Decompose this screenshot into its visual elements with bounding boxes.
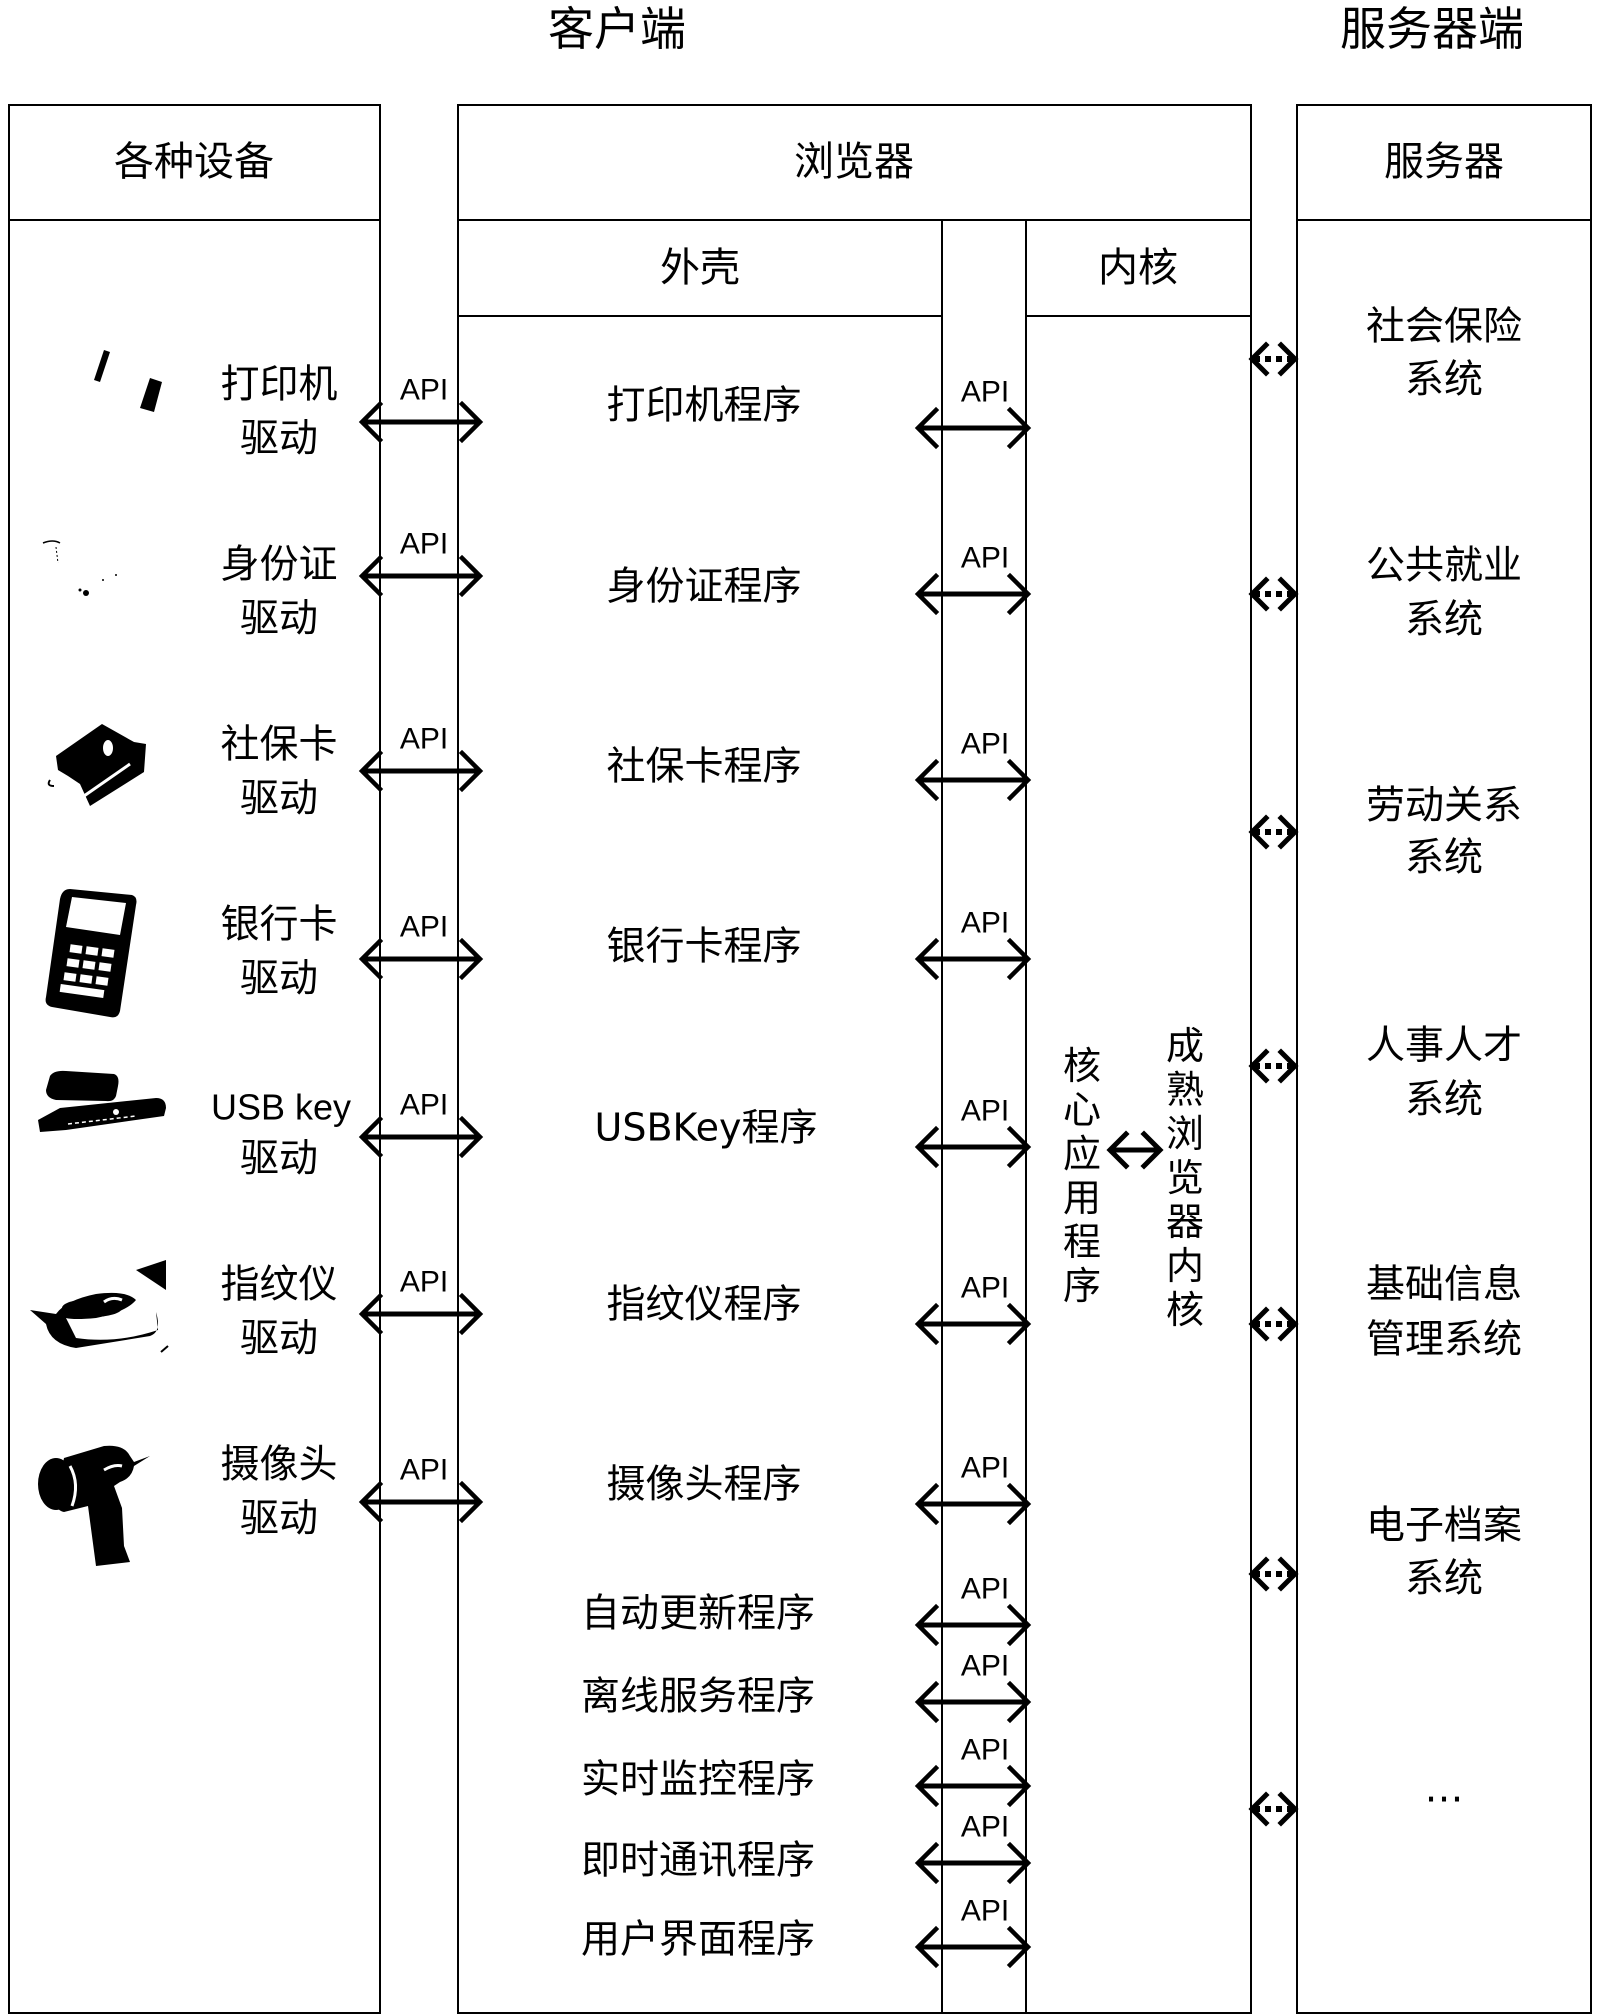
shell-header-divider [457, 315, 942, 317]
program-offline-service: 离线服务程序 [580, 1674, 816, 1720]
browser-panel [457, 104, 1252, 2014]
api-label-program-11: API [960, 1894, 1010, 1928]
api-label-device-5: API [399, 1265, 449, 1299]
server-header-divider [1296, 219, 1592, 221]
api-label-program-6: API [960, 1451, 1010, 1485]
camera-icon [38, 1445, 150, 1566]
system-personnel-talent: 人事人才 [1365, 1023, 1523, 1069]
device-label-sub: 驱动 [239, 596, 319, 642]
server-link-arrow-5 [1248, 1556, 1299, 1592]
program-usb-key: USBKey程序 [594, 1105, 818, 1150]
api-label-program-10: API [960, 1810, 1010, 1844]
program-bank-card: 银行卡程序 [606, 924, 802, 970]
server-link-arrow-0 [1248, 341, 1299, 377]
program-camera: 摄像头程序 [606, 1462, 802, 1508]
device-label: 身份证 [220, 542, 338, 588]
system-social-insurance: 社会保险 [1365, 304, 1523, 350]
device-label-sub: 驱动 [239, 956, 319, 1002]
program-printer: 打印机程序 [606, 383, 802, 429]
api-label-program-4: API [960, 1094, 1010, 1128]
api-label-program-8: API [960, 1649, 1010, 1683]
server-link-arrow-2 [1248, 814, 1299, 850]
bank-card-pos-icon [45, 889, 137, 1018]
device-label: 社保卡 [220, 722, 338, 768]
client-side-title: 客户端 [548, 2, 686, 57]
device-label-sub: 驱动 [239, 1316, 319, 1362]
server-link-arrow-4 [1248, 1306, 1299, 1342]
device-label: USB key [210, 1086, 352, 1128]
api-label-device-1: API [399, 527, 449, 561]
api-label-program-9: API [960, 1733, 1010, 1767]
device-label-sub: 驱动 [239, 416, 319, 462]
device-label-sub: 驱动 [239, 1136, 319, 1182]
devices-header: 各种设备 [114, 139, 274, 185]
program-fingerprint: 指纹仪程序 [606, 1282, 802, 1328]
system-public-employment-sub: 系统 [1404, 597, 1484, 643]
system-e-archive-sub: 系统 [1404, 1556, 1484, 1602]
browser-header-divider [457, 219, 1252, 221]
device-label: 打印机 [220, 362, 338, 408]
program-realtime-monitor: 实时监控程序 [580, 1757, 816, 1803]
program-user-interface: 用户界面程序 [580, 1917, 816, 1963]
id-card-reader-icon [42, 540, 117, 596]
program-auto-update: 自动更新程序 [580, 1591, 816, 1637]
server-link-arrow-1 [1248, 576, 1299, 612]
device-label: 指纹仪 [220, 1262, 338, 1308]
system-basic-info-sub: 管理系统 [1365, 1317, 1523, 1363]
api-label-program-0: API [960, 375, 1010, 409]
system-more-ellipsis: … [1424, 1766, 1464, 1812]
device-label-sub: 驱动 [239, 776, 319, 822]
program-id-card: 身份证程序 [606, 564, 802, 610]
architecture-diagram: 客户端 服务器端 各种设备 浏览器 外壳 内核 核心应用程序 成熟浏览器内核 服… [0, 0, 1600, 2016]
api-label-device-0: API [399, 373, 449, 407]
api-label-program-7: API [960, 1572, 1010, 1606]
system-personnel-talent-sub: 系统 [1404, 1077, 1484, 1123]
usb-key-icon [38, 1070, 166, 1132]
system-e-archive: 电子档案 [1365, 1503, 1523, 1549]
server-header: 服务器 [1384, 139, 1504, 185]
program-social-card: 社保卡程序 [606, 744, 802, 790]
api-label-device-4: API [399, 1088, 449, 1122]
system-public-employment: 公共就业 [1365, 543, 1523, 589]
program-instant-messaging: 即时通讯程序 [580, 1838, 816, 1884]
device-label-sub: 驱动 [239, 1496, 319, 1542]
kernel-header: 内核 [1098, 245, 1178, 291]
server-link-arrow-6 [1248, 1791, 1299, 1827]
kernel-header-divider [1025, 315, 1252, 317]
shell-header: 外壳 [660, 245, 740, 291]
system-basic-info: 基础信息 [1365, 1262, 1523, 1308]
system-labor-relations-sub: 系统 [1404, 835, 1484, 881]
core-application-label: 核心应用程序 [1062, 1044, 1101, 1308]
api-label-program-2: API [960, 727, 1010, 761]
fingerprint-scanner-icon [30, 1260, 169, 1353]
device-label: 摄像头 [220, 1442, 338, 1488]
system-social-insurance-sub: 系统 [1404, 357, 1484, 403]
api-label-device-2: API [399, 722, 449, 756]
system-labor-relations: 劳动关系 [1365, 783, 1523, 829]
devices-header-divider [8, 219, 381, 221]
api-label-device-6: API [399, 1453, 449, 1487]
device-label: 银行卡 [220, 902, 338, 948]
browser-header: 浏览器 [794, 139, 914, 185]
social-security-card-reader-icon [47, 724, 146, 806]
api-label-program-3: API [960, 906, 1010, 940]
server-side-title: 服务器端 [1340, 2, 1524, 57]
api-label-device-3: API [399, 910, 449, 944]
printer-icon [94, 350, 162, 412]
server-link-arrow-3 [1248, 1048, 1299, 1084]
api-label-program-1: API [960, 541, 1010, 575]
mature-browser-kernel-label: 成熟浏览器内核 [1165, 1024, 1204, 1332]
shell-right-border [941, 219, 943, 2014]
kernel-left-border [1025, 219, 1027, 2014]
api-label-program-5: API [960, 1271, 1010, 1305]
